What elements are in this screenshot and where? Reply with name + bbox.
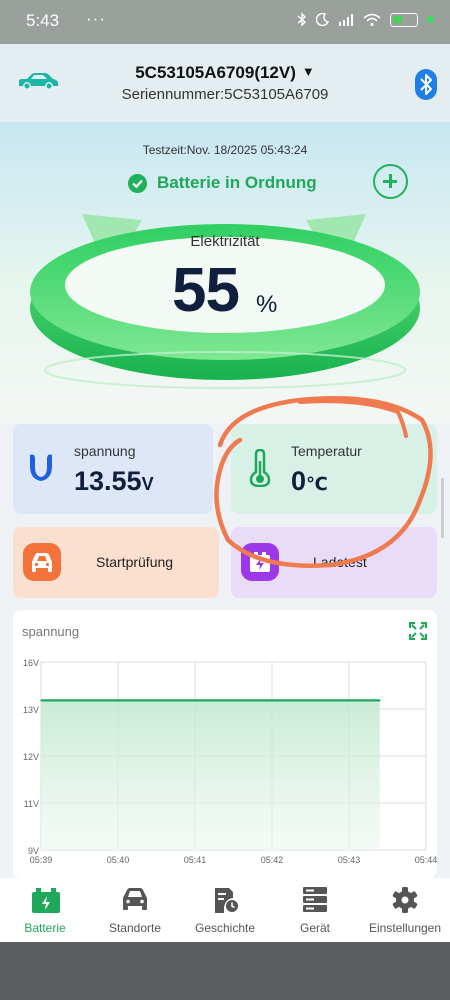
- start-test-icon-bg: [23, 543, 61, 581]
- data-point: [348, 699, 350, 702]
- voltage-title: spannung: [74, 443, 136, 459]
- status-time: 5:43: [26, 11, 60, 30]
- green-dot-icon: [427, 16, 434, 23]
- status-bar: 5:43 ···: [0, 0, 450, 44]
- data-point: [194, 699, 196, 702]
- electricity-label: Elektrizität: [190, 233, 260, 250]
- bluetooth-icon: [297, 12, 307, 27]
- nav-label-geraet: Gerät: [299, 921, 330, 935]
- app-header: 5C53105A6709(12V) ▼ Seriennummer:5C53105A…: [0, 44, 450, 122]
- moon-icon: [316, 13, 329, 26]
- charge-test-card[interactable]: Ladetest: [231, 527, 437, 598]
- charge-test-label: Ladetest: [313, 554, 367, 570]
- temperature-unit: ℃: [306, 474, 328, 494]
- bluetooth-button[interactable]: [415, 69, 437, 100]
- gear-icon: [392, 887, 418, 913]
- bottom-nav: Batterie Standorte Geschichte Gerät Eins…: [0, 878, 450, 942]
- x-tick-label: 05:40: [107, 855, 130, 865]
- voltage-chart-card: spannung 16V 13V 12V 11V 9V 05:39 05:40 05:41 05…: [13, 610, 437, 878]
- x-tick-label: 05:39: [30, 855, 53, 865]
- temperature-number: 0: [291, 466, 307, 496]
- nav-label-einstellungen: Einstellungen: [368, 921, 442, 935]
- temperature-value: 0℃: [291, 466, 328, 497]
- thermometer-icon: [249, 449, 271, 487]
- charge-percentage: 55: [172, 256, 240, 325]
- wifi-icon: [363, 13, 381, 26]
- battery-hero: Testzeit:Nov. 18/2025 05:43:24 Batterie …: [0, 122, 450, 424]
- history-icon: [215, 888, 238, 913]
- start-test-label: Startprüfung: [96, 554, 174, 570]
- x-tick-label: 05:42: [261, 855, 284, 865]
- temperature-title: Temperatur: [291, 443, 362, 459]
- x-tick-label: 05:44: [415, 855, 437, 865]
- y-tick-label: 12V: [23, 752, 39, 762]
- nav-label-batterie: Batterie: [24, 921, 66, 935]
- status-icons: [297, 12, 434, 27]
- voltage-icon: [30, 454, 52, 481]
- status-dots: ···: [86, 9, 106, 28]
- nav-label-geschichte: Geschichte: [194, 921, 256, 935]
- gesture-bar: [0, 942, 450, 1000]
- data-point: [40, 699, 42, 702]
- charge-unit: %: [256, 291, 278, 318]
- charge-test-icon-bg: [241, 543, 279, 581]
- chevron-down-icon: ▼: [301, 64, 315, 79]
- device-selector[interactable]: 5C53105A6709(12V) ▼: [0, 63, 450, 83]
- y-tick-label: 11V: [24, 799, 39, 809]
- start-test-card[interactable]: Startprüfung: [13, 527, 219, 598]
- voltage-card[interactable]: spannung 13.55V: [13, 424, 213, 514]
- bluetooth-icon: [420, 74, 432, 95]
- car-icon: [123, 888, 147, 910]
- serial-number: Seriennummer:5C53105A6709: [121, 86, 329, 103]
- nav-item-batterie[interactable]: Batterie: [0, 878, 90, 942]
- series-area: [41, 700, 380, 850]
- nav-item-geschichte[interactable]: Geschichte: [180, 878, 270, 942]
- car-icon: [32, 553, 52, 572]
- voltage-chart: 16V13V12V11V9V05:39 05:40 05:41 05:42 05:43 0…: [23, 658, 437, 865]
- x-tick-label: 05:43: [338, 855, 361, 865]
- lte-signal-icon: [339, 13, 353, 26]
- scrollbar[interactable]: [441, 478, 444, 538]
- device-name: 5C53105A6709(12V): [135, 63, 296, 82]
- battery-icon: [390, 12, 418, 27]
- y-tick-label: 16V: [23, 658, 39, 668]
- voltage-number: 13.55: [74, 466, 142, 496]
- battery-icon: [32, 888, 60, 913]
- voltage-unit: V: [141, 474, 154, 494]
- nav-item-standorte[interactable]: Standorte: [90, 878, 180, 942]
- nav-item-einstellungen[interactable]: Einstellungen: [360, 878, 450, 942]
- x-tick-label: 05:41: [184, 855, 207, 865]
- data-point: [271, 699, 273, 702]
- data-point: [117, 699, 119, 702]
- nav-label-standorte: Standorte: [108, 921, 162, 935]
- voltage-value: 13.55V: [74, 466, 154, 497]
- charging-icon: [250, 552, 270, 572]
- y-tick-label: 13V: [23, 705, 39, 715]
- nav-item-geraet[interactable]: Gerät: [270, 878, 360, 942]
- device-icon: [303, 887, 327, 912]
- data-point: [379, 699, 381, 702]
- temperature-card[interactable]: Temperatur 0℃: [231, 424, 437, 514]
